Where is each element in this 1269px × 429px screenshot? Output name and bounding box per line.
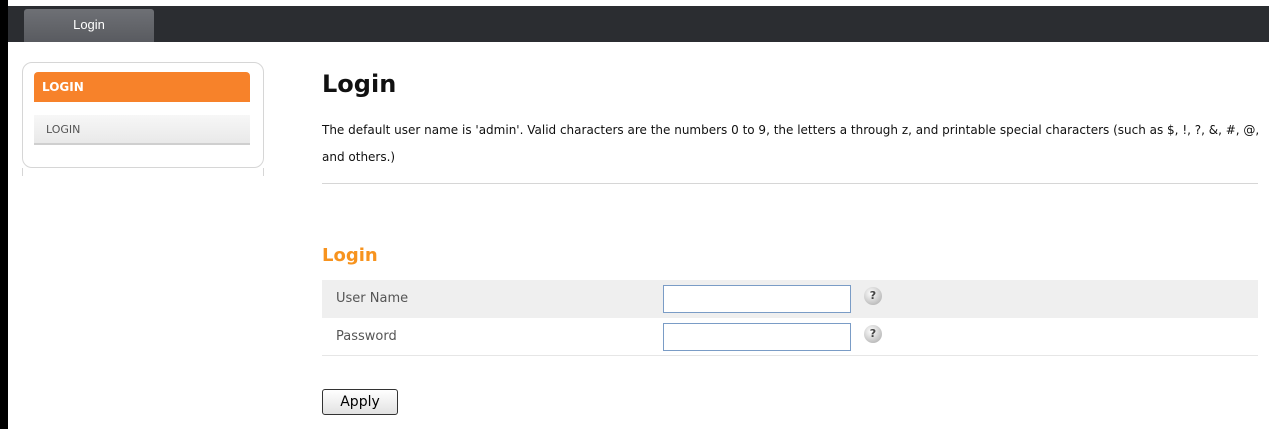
section-divider	[322, 183, 1258, 184]
page-title: Login	[322, 70, 397, 98]
password-input[interactable]	[663, 323, 851, 351]
username-label: User Name	[336, 291, 409, 306]
form-row-password: Password ?	[322, 318, 1258, 356]
username-help-icon[interactable]: ?	[864, 287, 882, 305]
login-section-title: Login	[322, 245, 378, 266]
sidebar-edge-right	[263, 168, 264, 176]
apply-button[interactable]: Apply	[322, 389, 398, 415]
page-description: The default user name is 'admin'. Valid …	[322, 123, 1260, 164]
sidebar-edge-left	[22, 168, 23, 176]
window-left-border	[0, 0, 8, 429]
password-help-icon[interactable]: ?	[864, 325, 882, 343]
tab-login[interactable]: Login	[24, 9, 154, 42]
password-label: Password	[336, 329, 397, 344]
form-row-username: User Name ?	[322, 280, 1258, 318]
top-navigation-bar: Login	[8, 6, 1269, 42]
sidebar-header[interactable]: LOGIN	[34, 72, 250, 102]
username-input[interactable]	[663, 285, 851, 313]
sidebar-item-login[interactable]: LOGIN	[34, 115, 250, 145]
